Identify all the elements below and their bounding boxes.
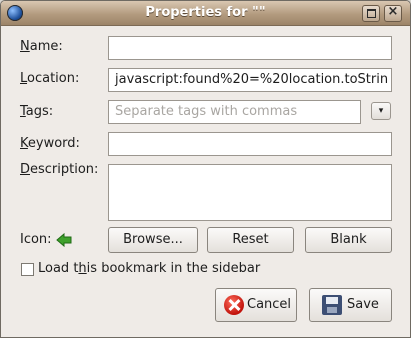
name-input[interactable] (108, 36, 392, 60)
description-label: Description: (20, 162, 99, 177)
blank-button[interactable]: Blank (305, 227, 392, 253)
location-input[interactable]: javascript:found%20=%20location.toStrin (108, 68, 392, 92)
close-button[interactable]: × (384, 4, 402, 22)
title-bar[interactable]: Properties for "" × (1, 1, 410, 26)
reset-button[interactable]: Reset (207, 227, 294, 253)
icon-label: Icon: (20, 232, 52, 247)
tags-input[interactable]: Separate tags with commas (108, 100, 361, 124)
keyword-input[interactable] (108, 132, 392, 156)
window-title: Properties for "" (145, 5, 266, 20)
name-label: Name: (20, 39, 63, 54)
save-button-label: Save (347, 297, 379, 312)
cancel-icon (224, 295, 244, 315)
location-label: Location: (20, 71, 80, 86)
arrow-left-icon (56, 233, 72, 247)
browse-button[interactable]: Browse... (108, 227, 198, 253)
tags-dropdown-button[interactable]: ▾ (371, 102, 391, 120)
properties-dialog: Properties for "" × Name: Location: java… (0, 0, 411, 338)
load-in-sidebar-checkbox[interactable] (21, 263, 34, 276)
close-icon: × (387, 4, 399, 19)
save-button[interactable]: Save (309, 288, 392, 322)
keyword-label: Keyword: (20, 136, 80, 151)
description-textarea[interactable] (108, 164, 392, 221)
maximize-icon (367, 9, 376, 18)
maximize-button[interactable] (362, 5, 380, 22)
chevron-down-icon: ▾ (378, 106, 384, 116)
floppy-disk-icon (322, 295, 342, 315)
cancel-button-label: Cancel (247, 297, 292, 312)
cancel-button[interactable]: Cancel (215, 288, 297, 322)
tags-label: Tags: (20, 104, 54, 119)
load-in-sidebar-label[interactable]: Load this bookmark in the sidebar (38, 261, 260, 276)
